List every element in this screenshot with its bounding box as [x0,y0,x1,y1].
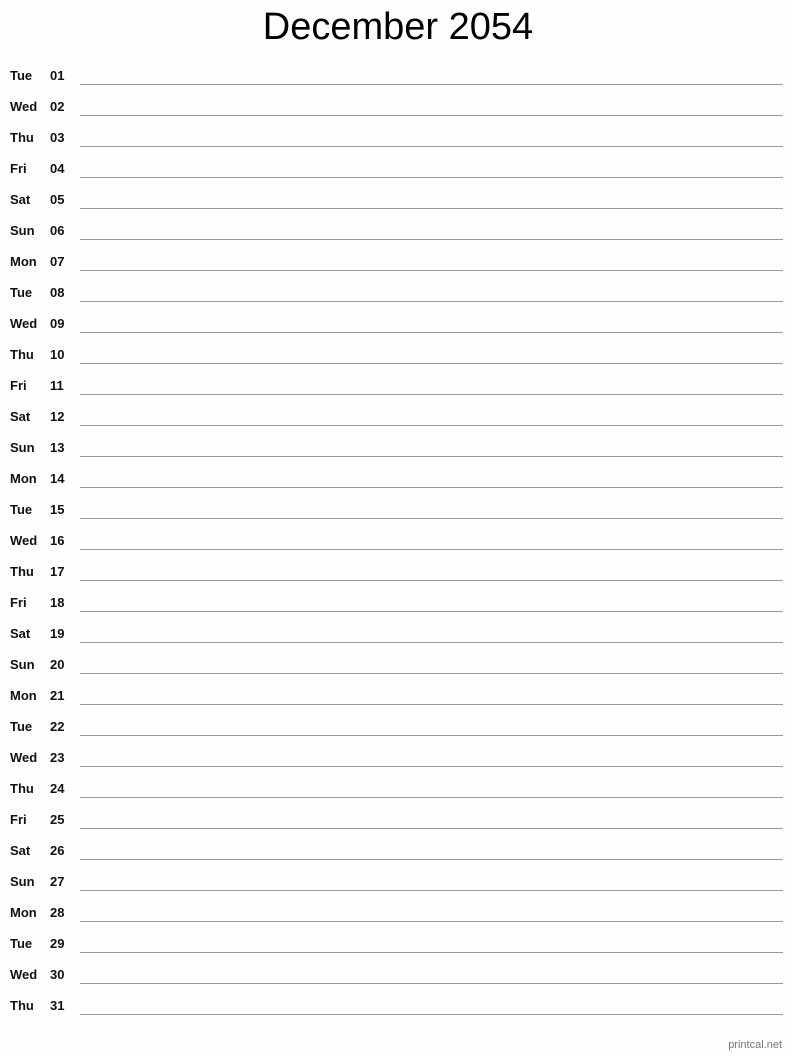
day-row: Sun 13 [0,426,792,457]
weekday-label: Tue [10,68,33,83]
day-row: Sat 26 [0,829,792,860]
weekday-label: Sat [10,409,31,424]
day-row: Sat 12 [0,395,792,426]
day-number: 17 [50,564,65,579]
day-number: 19 [50,626,65,641]
day-row: Wed 30 [0,953,792,984]
day-number: 16 [50,533,65,548]
day-row: Tue 01 [0,54,792,85]
site-credit: printcal.net [728,1039,782,1051]
weekday-label: Wed [10,316,38,331]
weekday-label: Sat [10,626,31,641]
day-row: Mon 28 [0,891,792,922]
day-row: Mon 07 [0,240,792,271]
day-number: 18 [50,595,65,610]
day-number: 27 [50,874,65,889]
day-number: 04 [50,161,65,176]
day-row: Fri 25 [0,798,792,829]
weekday-label: Mon [10,905,37,920]
day-number: 23 [50,750,65,765]
weekday-label: Wed [10,967,38,982]
day-row: Sat 19 [0,612,792,643]
weekday-label: Wed [10,533,38,548]
weekday-label: Tue [10,719,33,734]
day-number: 29 [50,936,65,951]
day-row: Thu 10 [0,333,792,364]
day-row: Tue 29 [0,922,792,953]
day-number: 21 [50,688,65,703]
day-number: 10 [50,347,65,362]
day-row: Fri 04 [0,147,792,178]
day-number: 02 [50,99,65,114]
day-row: Tue 22 [0,705,792,736]
day-number: 06 [50,223,65,238]
day-number: 31 [50,998,65,1013]
day-number: 25 [50,812,65,827]
day-number: 05 [50,192,65,207]
weekday-label: Tue [10,936,33,951]
day-number: 13 [50,440,65,455]
day-number: 28 [50,905,65,920]
weekday-label: Thu [10,347,34,362]
day-number: 07 [50,254,65,269]
day-row: Mon 21 [0,674,792,705]
day-row: Sat 05 [0,178,792,209]
weekday-label: Thu [10,130,34,145]
weekday-label: Mon [10,688,37,703]
weekday-label: Sun [10,874,35,889]
weekday-label: Sun [10,657,35,672]
day-row: Thu 24 [0,767,792,798]
day-number: 22 [50,719,65,734]
day-row: Tue 08 [0,271,792,302]
day-number: 03 [50,130,65,145]
day-row: Fri 11 [0,364,792,395]
day-number: 12 [50,409,65,424]
day-row: Sun 06 [0,209,792,240]
day-row: Wed 23 [0,736,792,767]
day-number: 01 [50,68,65,83]
weekday-label: Mon [10,254,37,269]
day-row: Thu 17 [0,550,792,581]
day-row: Wed 02 [0,85,792,116]
day-number: 24 [50,781,65,796]
weekday-label: Tue [10,285,33,300]
day-row: Thu 03 [0,116,792,147]
weekday-label: Thu [10,998,34,1013]
day-number: 11 [50,378,64,393]
weekday-label: Fri [10,595,27,610]
weekday-label: Fri [10,812,27,827]
page-title: December 2054 [262,6,534,48]
day-row: Wed 16 [0,519,792,550]
day-number: 08 [50,285,65,300]
writing-line[interactable] [80,1014,783,1015]
weekday-label: Fri [10,378,27,393]
weekday-label: Tue [10,502,33,517]
weekday-label: Fri [10,161,27,176]
weekday-label: Thu [10,781,34,796]
day-row: Fri 18 [0,581,792,612]
day-row: Wed 09 [0,302,792,333]
weekday-label: Mon [10,471,37,486]
weekday-label: Sun [10,223,35,238]
day-row: Tue 15 [0,488,792,519]
weekday-label: Sat [10,192,31,207]
weekday-label: Thu [10,564,34,579]
day-list: Tue 01 Wed 02 Thu 03 Fri 04 Sat 05 Sun 06 Mon 07 Tue 08… [0,54,792,1015]
day-number: 15 [50,502,65,517]
day-number: 30 [50,967,65,982]
weekday-label: Sun [10,440,35,455]
day-number: 09 [50,316,65,331]
day-row: Sun 27 [0,860,792,891]
day-number: 26 [50,843,65,858]
weekday-label: Wed [10,750,38,765]
weekday-label: Wed [10,99,38,114]
day-row: Mon 14 [0,457,792,488]
day-row: Sun 20 [0,643,792,674]
weekday-label: Sat [10,843,31,858]
day-number: 14 [50,471,65,486]
day-number: 20 [50,657,65,672]
day-row: Thu 31 [0,984,792,1015]
